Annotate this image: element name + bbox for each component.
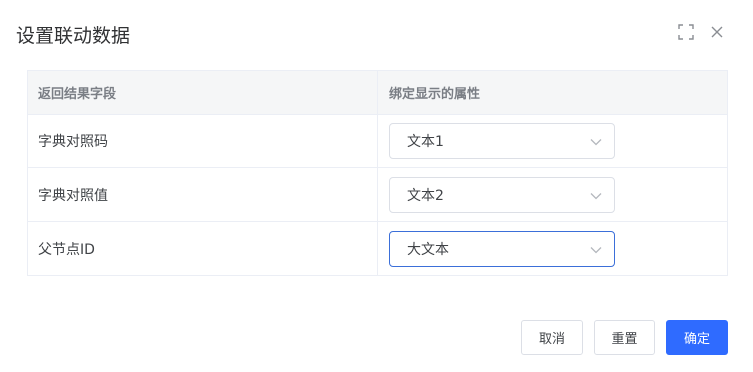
confirm-button[interactable]: 确定 bbox=[666, 320, 728, 355]
select-value: 文本2 bbox=[407, 187, 444, 204]
header-return-field: 返回结果字段 bbox=[28, 71, 378, 114]
select-value: 大文本 bbox=[407, 241, 449, 258]
close-icon[interactable] bbox=[708, 23, 726, 41]
fullscreen-icon[interactable] bbox=[677, 23, 695, 41]
dialog-title: 设置联动数据 bbox=[16, 25, 131, 47]
table-row: 字典对照码 文本1 bbox=[28, 115, 727, 168]
chevron-down-icon bbox=[590, 246, 602, 253]
linkage-data-dialog: 设置联动数据 返回结果字段 绑定显示的属性 字典对照码 文本1 字典对照值 文本… bbox=[0, 0, 753, 372]
table-row: 字典对照值 文本2 bbox=[28, 168, 727, 222]
chevron-down-icon bbox=[590, 192, 602, 199]
field-name: 父节点ID bbox=[28, 222, 378, 275]
field-name: 字典对照值 bbox=[28, 168, 378, 221]
bound-attribute-select[interactable]: 文本1 bbox=[389, 123, 615, 159]
table-header: 返回结果字段 绑定显示的属性 bbox=[28, 71, 727, 115]
cancel-button[interactable]: 取消 bbox=[521, 320, 583, 355]
header-bound-attribute: 绑定显示的属性 bbox=[389, 87, 481, 102]
field-name: 字典对照码 bbox=[28, 115, 378, 167]
reset-button[interactable]: 重置 bbox=[594, 320, 655, 355]
chevron-down-icon bbox=[590, 139, 602, 146]
linkage-table: 返回结果字段 绑定显示的属性 字典对照码 文本1 字典对照值 文本2 父节点ID… bbox=[27, 70, 728, 276]
select-value: 文本1 bbox=[407, 134, 444, 150]
table-row: 父节点ID 大文本 bbox=[28, 222, 727, 275]
bound-attribute-select[interactable]: 文本2 bbox=[389, 176, 615, 213]
bound-attribute-select[interactable]: 大文本 bbox=[389, 230, 615, 267]
